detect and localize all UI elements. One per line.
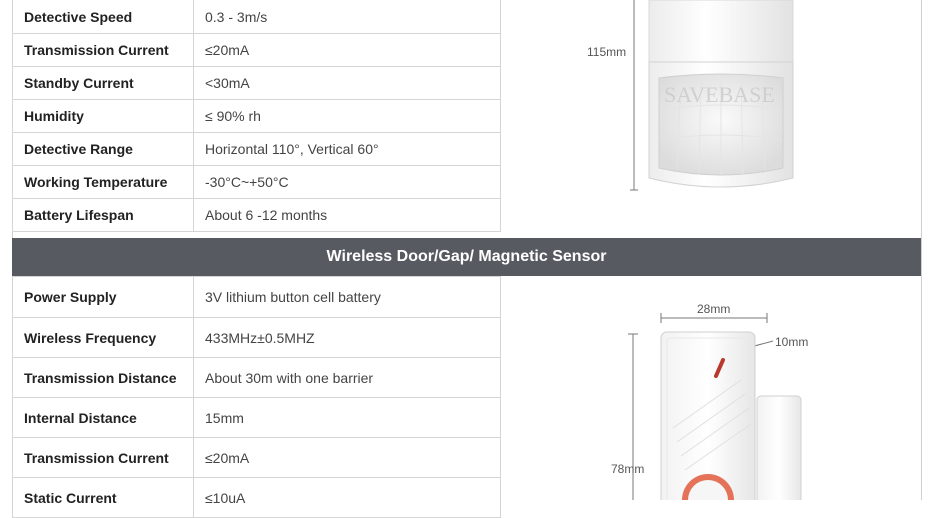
- spec-value: ≤20mA: [193, 437, 501, 478]
- table-row: Detective Speed 0.3 - 3m/s: [12, 0, 501, 34]
- table-row: Transmission Current ≤20mA: [12, 437, 501, 478]
- spec-value: ≤ 90% rh: [193, 99, 501, 133]
- spec-label: Transmission Current: [12, 437, 194, 478]
- door-width-label: 28mm: [697, 302, 731, 316]
- table-row: Battery Lifespan About 6 -12 months: [12, 198, 501, 232]
- spec-label: Static Current: [12, 477, 194, 518]
- frame-right-border: [921, 0, 922, 500]
- spec-value: <30mA: [193, 66, 501, 100]
- table-row: Transmission Current ≤20mA: [12, 33, 501, 67]
- spec-value: 3V lithium button cell battery: [193, 276, 501, 318]
- door-height-label: 78mm: [611, 462, 645, 476]
- spec-label: Humidity: [12, 99, 194, 133]
- spec-label: Battery Lifespan: [12, 198, 194, 232]
- table-row: Power Supply 3V lithium button cell batt…: [12, 276, 501, 318]
- spec-label: Standby Current: [12, 66, 194, 100]
- spec-value: -30°C~+50°C: [193, 165, 501, 199]
- table-row: Standby Current <30mA: [12, 66, 501, 100]
- pir-sensor-image: SAVEBASE: [501, 0, 921, 238]
- spec-label: Internal Distance: [12, 397, 194, 438]
- spec-label: Detective Range: [12, 132, 194, 166]
- door-sensor-spec-table: Power Supply 3V lithium button cell batt…: [12, 276, 501, 518]
- table-row: Humidity ≤ 90% rh: [12, 99, 501, 133]
- spec-value: ≤20mA: [193, 33, 501, 67]
- section-title-door-sensor: Wireless Door/Gap/ Magnetic Sensor: [12, 238, 921, 276]
- table-row: Internal Distance 15mm: [12, 397, 501, 438]
- spec-value: ≤10uA: [193, 477, 501, 518]
- spec-label: Working Temperature: [12, 165, 194, 199]
- spec-label: Transmission Current: [12, 33, 194, 67]
- spec-value: 15mm: [193, 397, 501, 438]
- spec-label: Transmission Distance: [12, 357, 194, 398]
- table-row: Detective Range Horizontal 110°, Vertica…: [12, 132, 501, 166]
- pir-height-label: 115mm: [587, 45, 627, 59]
- spec-value: 433MHz±0.5MHZ: [193, 317, 501, 358]
- spec-value: 0.3 - 3m/s: [193, 0, 501, 34]
- spec-value: About 30m with one barrier: [193, 357, 501, 398]
- table-row: Wireless Frequency 433MHz±0.5MHZ: [12, 317, 501, 358]
- spec-value: About 6 -12 months: [193, 198, 501, 232]
- spec-label: Wireless Frequency: [12, 317, 194, 358]
- pir-spec-table: Detective Speed 0.3 - 3m/s Transmission …: [12, 0, 501, 232]
- watermark-text: SAVEBASE: [664, 82, 775, 107]
- table-row: Transmission Distance About 30m with one…: [12, 357, 501, 398]
- spec-label: Detective Speed: [12, 0, 194, 34]
- door-depth-label: 10mm: [775, 335, 809, 349]
- table-row: Working Temperature -30°C~+50°C: [12, 165, 501, 199]
- pir-sensor-illustration: SAVEBASE: [630, 0, 794, 191]
- spec-label: Power Supply: [12, 276, 194, 318]
- spec-value: Horizontal 110°, Vertical 60°: [193, 132, 501, 166]
- table-row: Static Current ≤10uA: [12, 477, 501, 518]
